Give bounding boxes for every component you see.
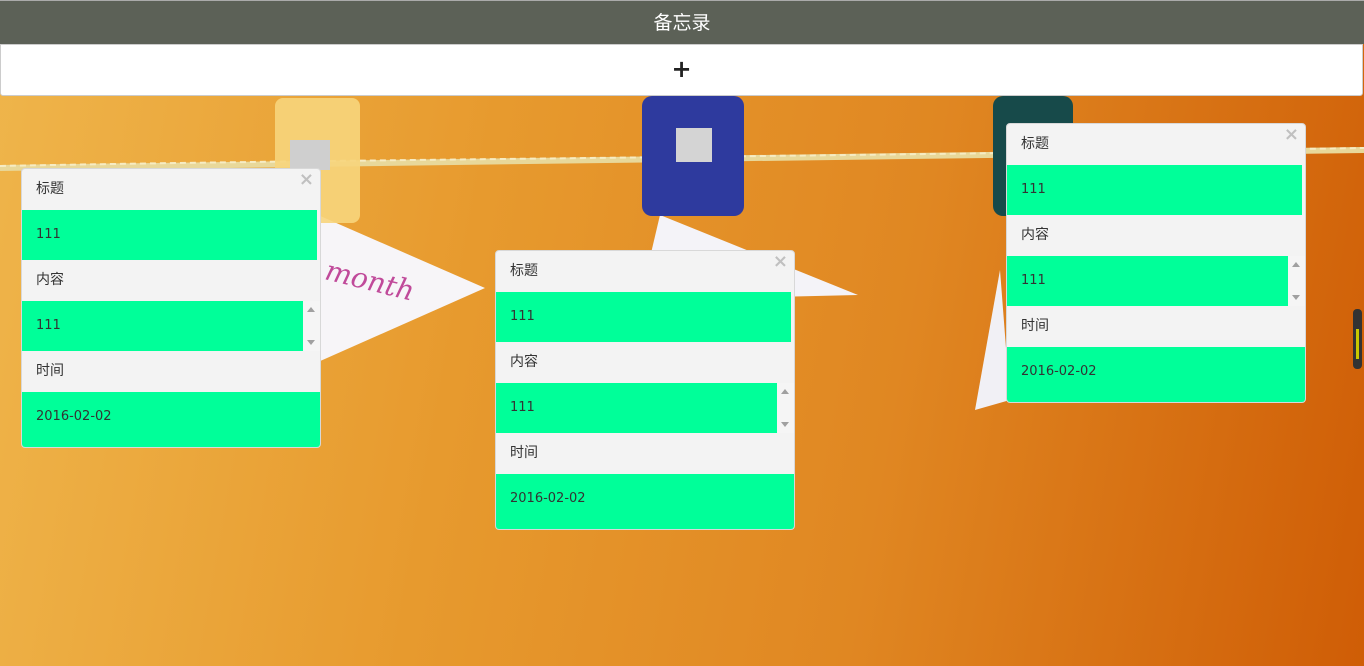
scroll-up-icon[interactable] <box>1292 262 1300 267</box>
content-label: 内容 <box>510 354 538 370</box>
time-input[interactable]: 2016-02-02 <box>1007 347 1305 402</box>
title-input[interactable]: 111 <box>22 210 317 260</box>
title-input[interactable]: 111 <box>1007 165 1302 215</box>
content-scrollbar[interactable] <box>1288 256 1305 306</box>
time-label: 时间 <box>1021 318 1049 334</box>
time-label: 时间 <box>36 363 64 379</box>
title-label: 标题 <box>1021 136 1049 152</box>
content-textarea[interactable]: 111 <box>496 383 777 433</box>
app-title: 备忘录 <box>653 12 711 34</box>
content-label: 内容 <box>36 272 64 288</box>
memo-card: × 标题 111 内容 111 时间 2016-02-02 <box>21 168 321 448</box>
add-note-button[interactable]: + <box>0 44 1363 96</box>
scroll-up-icon[interactable] <box>781 389 789 394</box>
content-scrollbar[interactable] <box>777 383 794 433</box>
plus-icon: + <box>671 55 692 83</box>
time-input[interactable]: 2016-02-02 <box>496 474 794 529</box>
scroll-down-icon[interactable] <box>307 340 315 345</box>
title-label: 标题 <box>510 263 538 279</box>
content-area: 111 <box>496 383 794 433</box>
content-label: 内容 <box>1021 227 1049 243</box>
memo-card: × 标题 111 内容 111 时间 2016-02-02 <box>1006 123 1306 403</box>
scroll-down-icon[interactable] <box>781 422 789 427</box>
clothespin-blue-metal <box>676 128 712 162</box>
content-area: 111 <box>22 301 320 351</box>
paper-card-right <box>975 270 1010 410</box>
time-label: 时间 <box>510 445 538 461</box>
memo-card: × 标题 111 内容 111 时间 2016-02-02 <box>495 250 795 530</box>
close-icon[interactable]: × <box>773 253 788 271</box>
title-label: 标题 <box>36 181 64 197</box>
scroll-down-icon[interactable] <box>1292 295 1300 300</box>
content-textarea[interactable]: 111 <box>22 301 303 351</box>
title-input[interactable]: 111 <box>496 292 791 342</box>
side-scroll-handle[interactable] <box>1353 309 1362 369</box>
content-textarea[interactable]: 111 <box>1007 256 1288 306</box>
close-icon[interactable]: × <box>1284 126 1299 144</box>
content-area: 111 <box>1007 256 1305 306</box>
clothespin-yellow-metal <box>290 140 330 170</box>
close-icon[interactable]: × <box>299 171 314 189</box>
app-header: 备忘录 <box>0 0 1364 44</box>
time-input[interactable]: 2016-02-02 <box>22 392 320 447</box>
scroll-up-icon[interactable] <box>307 307 315 312</box>
content-scrollbar[interactable] <box>303 301 320 351</box>
